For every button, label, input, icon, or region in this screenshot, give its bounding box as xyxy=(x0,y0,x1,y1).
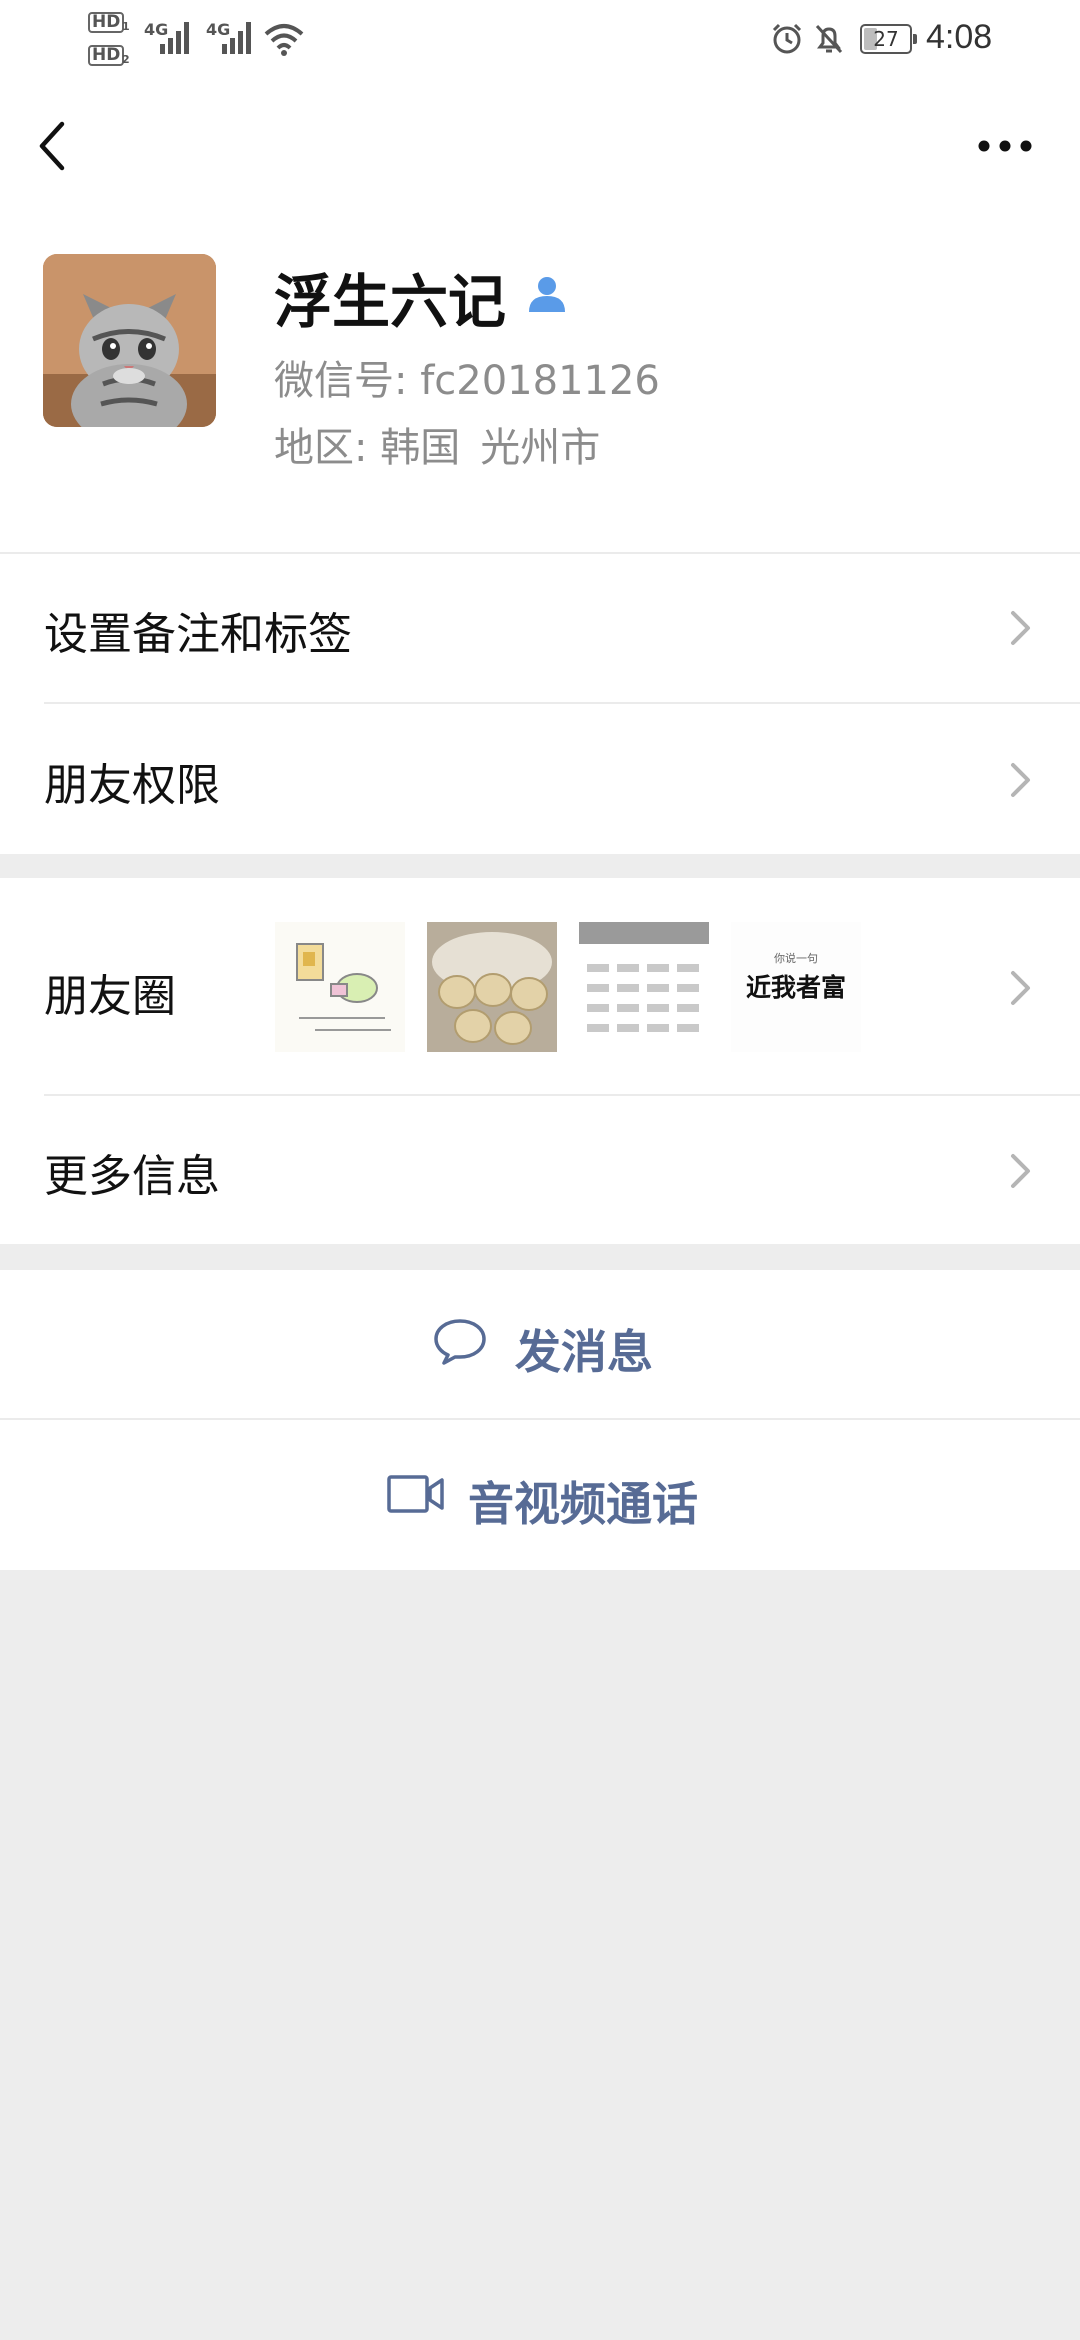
set-remark-label: 设置备注和标签 xyxy=(44,609,352,660)
video-call-label: 音视频通话 xyxy=(468,1477,698,1531)
clock: 4:08 xyxy=(926,18,993,56)
moments-label: 朋友圈 xyxy=(44,971,176,1022)
chat-bubble-icon xyxy=(434,1319,486,1365)
moments-thumbnail: 你说一句 近我者富 xyxy=(731,922,861,1052)
chevron-right-icon xyxy=(1011,971,1030,1005)
bell-off-icon xyxy=(815,24,843,54)
chevron-right-icon xyxy=(1011,1154,1030,1188)
contact-name: 浮生六记 xyxy=(274,268,507,336)
moments-thumbnail xyxy=(427,922,557,1052)
more-info-label: 更多信息 xyxy=(44,1151,220,1202)
sim-2-label: 2 xyxy=(122,53,130,66)
alarm-icon xyxy=(772,23,802,54)
hd-indicator-2: HD xyxy=(88,45,125,66)
avatar[interactable] xyxy=(43,254,216,427)
chevron-right-icon xyxy=(1011,611,1030,645)
friend-permissions-label: 朋友权限 xyxy=(44,760,220,811)
region-label: 地区: xyxy=(274,425,368,471)
wechat-id-label: 微信号: xyxy=(274,358,408,404)
moments-thumbnail xyxy=(275,922,405,1052)
person-icon xyxy=(529,277,565,312)
more-dots-icon[interactable] xyxy=(970,126,1040,166)
signal-icon xyxy=(222,22,251,54)
region-line: 地区: 韩国 光州市 xyxy=(274,415,600,473)
moments-thumbnail xyxy=(579,922,709,1052)
cat-avatar-image xyxy=(43,254,216,427)
thumbnail-title: 近我者富 xyxy=(745,973,846,1002)
battery-icon: 27 xyxy=(860,24,917,54)
region-city: 光州市 xyxy=(480,425,601,471)
region-country: 韩国 xyxy=(380,425,461,471)
wechat-id-line: 微信号: fc20181126 xyxy=(274,348,660,406)
battery-level: 27 xyxy=(873,27,899,51)
wechat-id-value: fc20181126 xyxy=(420,358,660,404)
status-bar: HD 1 HD 2 4G 4G 27 4:08 xyxy=(0,0,1080,80)
chevron-left-icon[interactable] xyxy=(30,116,80,176)
signal-icon xyxy=(160,22,189,54)
send-message-label: 发消息 xyxy=(515,1325,653,1379)
thumbnail-caption: 你说一句 xyxy=(774,952,818,965)
wifi-icon xyxy=(264,24,304,56)
hd-indicator-1: HD xyxy=(88,12,125,33)
sim-1-label: 1 xyxy=(122,20,130,33)
video-camera-icon xyxy=(387,1475,444,1513)
chevron-right-icon xyxy=(1011,763,1030,797)
